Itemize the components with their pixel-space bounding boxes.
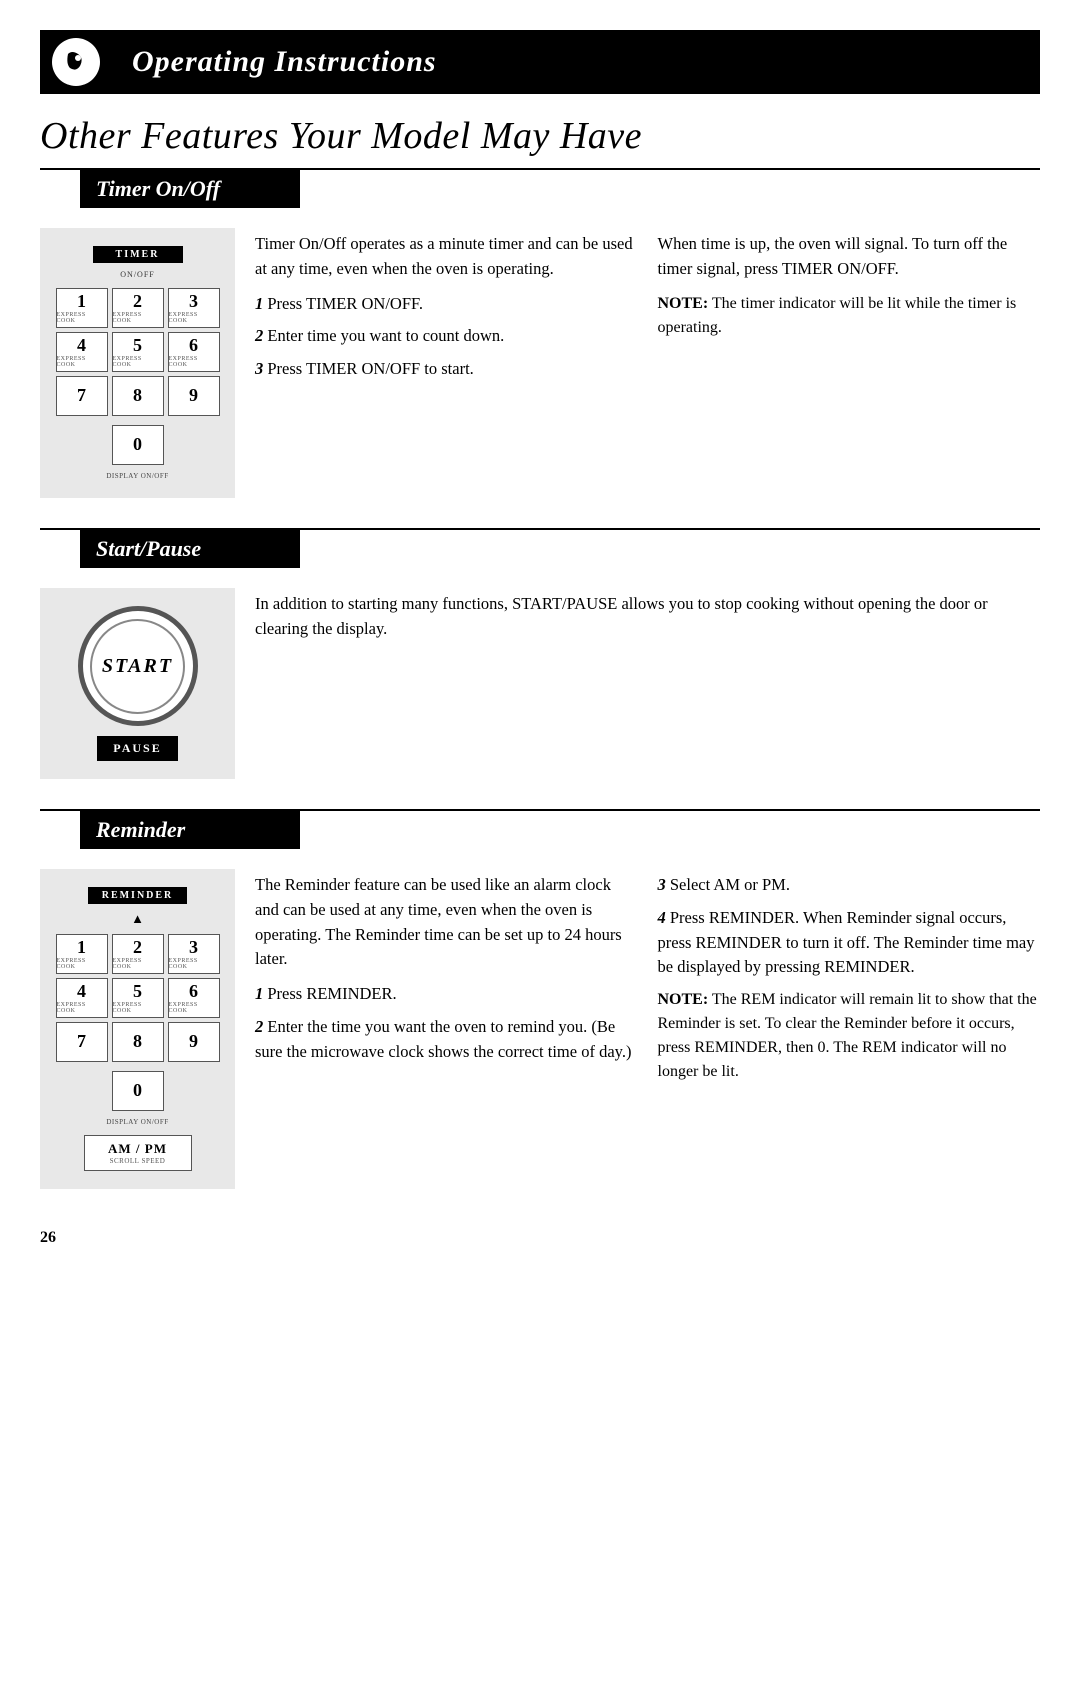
reminder-note: NOTE: The REM indicator will remain lit … bbox=[658, 988, 1041, 1084]
r-key-8: 8 bbox=[112, 1022, 164, 1062]
timer-note: NOTE: The timer indicator will be lit wh… bbox=[658, 292, 1041, 340]
timer-keypad-sublabel: ON/OFF bbox=[120, 270, 154, 279]
key-7: 7 bbox=[56, 376, 108, 416]
timer-keypad-zero-row: 0 bbox=[112, 425, 164, 465]
reminder-step-3: 3 Select AM or PM. bbox=[658, 873, 1041, 898]
reminder-intro: The Reminder feature can be used like an… bbox=[255, 873, 638, 972]
r-key-9: 9 bbox=[168, 1022, 220, 1062]
header-icon-container bbox=[40, 30, 112, 94]
timer-col1: Timer On/Off operates as a minute timer … bbox=[255, 228, 638, 498]
timer-section-row: TIMER ON/OFF 1EXPRESS COOK 2EXPRESS COOK… bbox=[40, 208, 1040, 528]
page-header: Operating Instructions bbox=[40, 30, 1040, 94]
reminder-arrow-icon: ▲ bbox=[131, 911, 144, 927]
reminder-step-4: 4 Press REMINDER. When Reminder signal o… bbox=[658, 906, 1041, 980]
timer-section-header: Timer On/Off bbox=[80, 170, 300, 208]
timer-col2: When time is up, the oven will signal. T… bbox=[658, 228, 1041, 498]
r-key-7: 7 bbox=[56, 1022, 108, 1062]
reminder-col1: The Reminder feature can be used like an… bbox=[255, 869, 638, 1189]
timer-step-3: 3 Press TIMER ON/OFF to start. bbox=[255, 357, 638, 382]
startpause-section-header: Start/Pause bbox=[80, 530, 300, 568]
footer: 26 bbox=[40, 1229, 1040, 1247]
reminder-section-header: Reminder bbox=[80, 811, 300, 849]
timer-step-1: 1 Press TIMER ON/OFF. bbox=[255, 292, 638, 317]
r-key-1: 1EXPRESS COOK bbox=[56, 934, 108, 974]
timer-bottom-label: DISPLAY ON/OFF bbox=[106, 472, 168, 480]
am-pm-label: AM / PM bbox=[108, 1141, 167, 1157]
timer-keypad-grid: 1EXPRESS COOK 2EXPRESS COOK 3EXPRESS COO… bbox=[56, 288, 220, 416]
startpause-section-row: START PAUSE In addition to starting many… bbox=[40, 568, 1040, 809]
pause-bar: PAUSE bbox=[97, 736, 177, 761]
timer-intro: Timer On/Off operates as a minute timer … bbox=[255, 232, 638, 282]
reminder-keypad-top-label: REMINDER bbox=[88, 887, 188, 904]
reminder-section-row: REMINDER ▲ 1EXPRESS COOK 2EXPRESS COOK 3… bbox=[40, 849, 1040, 1219]
reminder-keypad-zero-row: 0 bbox=[112, 1071, 164, 1111]
timer-keypad-panel: TIMER ON/OFF 1EXPRESS COOK 2EXPRESS COOK… bbox=[40, 228, 235, 498]
reminder-bottom-label: DISPLAY ON/OFF bbox=[106, 1118, 168, 1126]
key-6: 6EXPRESS COOK bbox=[168, 332, 220, 372]
r-key-6: 6EXPRESS COOK bbox=[168, 978, 220, 1018]
brand-icon bbox=[52, 38, 100, 86]
am-pm-key: AM / PM SCROLL SPEED bbox=[84, 1135, 192, 1171]
reminder-keypad-grid: 1EXPRESS COOK 2EXPRESS COOK 3EXPRESS COO… bbox=[56, 934, 220, 1062]
start-inner: START bbox=[90, 619, 185, 714]
start-outer-ring: START bbox=[78, 606, 198, 726]
key-9: 9 bbox=[168, 376, 220, 416]
start-panel: START PAUSE bbox=[40, 588, 235, 779]
r-key-4: 4EXPRESS COOK bbox=[56, 978, 108, 1018]
timer-step-2: 2 Enter time you want to count down. bbox=[255, 324, 638, 349]
startpause-col1: In addition to starting many functions, … bbox=[255, 588, 1040, 779]
page-title: Other Features Your Model May Have bbox=[40, 114, 1040, 158]
key-1: 1EXPRESS COOK bbox=[56, 288, 108, 328]
reminder-step-1: 1 Press REMINDER. bbox=[255, 982, 638, 1007]
r-key-3: 3EXPRESS COOK bbox=[168, 934, 220, 974]
key-0: 0 bbox=[112, 425, 164, 465]
am-pm-sub-label: SCROLL SPEED bbox=[110, 1157, 166, 1165]
key-4: 4EXPRESS COOK bbox=[56, 332, 108, 372]
startpause-text: In addition to starting many functions, … bbox=[255, 592, 1040, 642]
reminder-keypad-panel: REMINDER ▲ 1EXPRESS COOK 2EXPRESS COOK 3… bbox=[40, 869, 235, 1189]
start-text-label: START bbox=[102, 655, 173, 678]
key-8: 8 bbox=[112, 376, 164, 416]
reminder-step-2: 2 Enter the time you want the oven to re… bbox=[255, 1015, 638, 1065]
reminder-col2: 3 Select AM or PM. 4 Press REMINDER. Whe… bbox=[658, 869, 1041, 1189]
key-2: 2EXPRESS COOK bbox=[112, 288, 164, 328]
timer-keypad-top-label: TIMER bbox=[93, 246, 183, 263]
key-5: 5EXPRESS COOK bbox=[112, 332, 164, 372]
header-title: Operating Instructions bbox=[112, 30, 457, 94]
timer-col2-intro: When time is up, the oven will signal. T… bbox=[658, 232, 1041, 282]
r-key-5: 5EXPRESS COOK bbox=[112, 978, 164, 1018]
r-key-2: 2EXPRESS COOK bbox=[112, 934, 164, 974]
r-key-0: 0 bbox=[112, 1071, 164, 1111]
page-number: 26 bbox=[40, 1229, 56, 1246]
key-3: 3EXPRESS COOK bbox=[168, 288, 220, 328]
